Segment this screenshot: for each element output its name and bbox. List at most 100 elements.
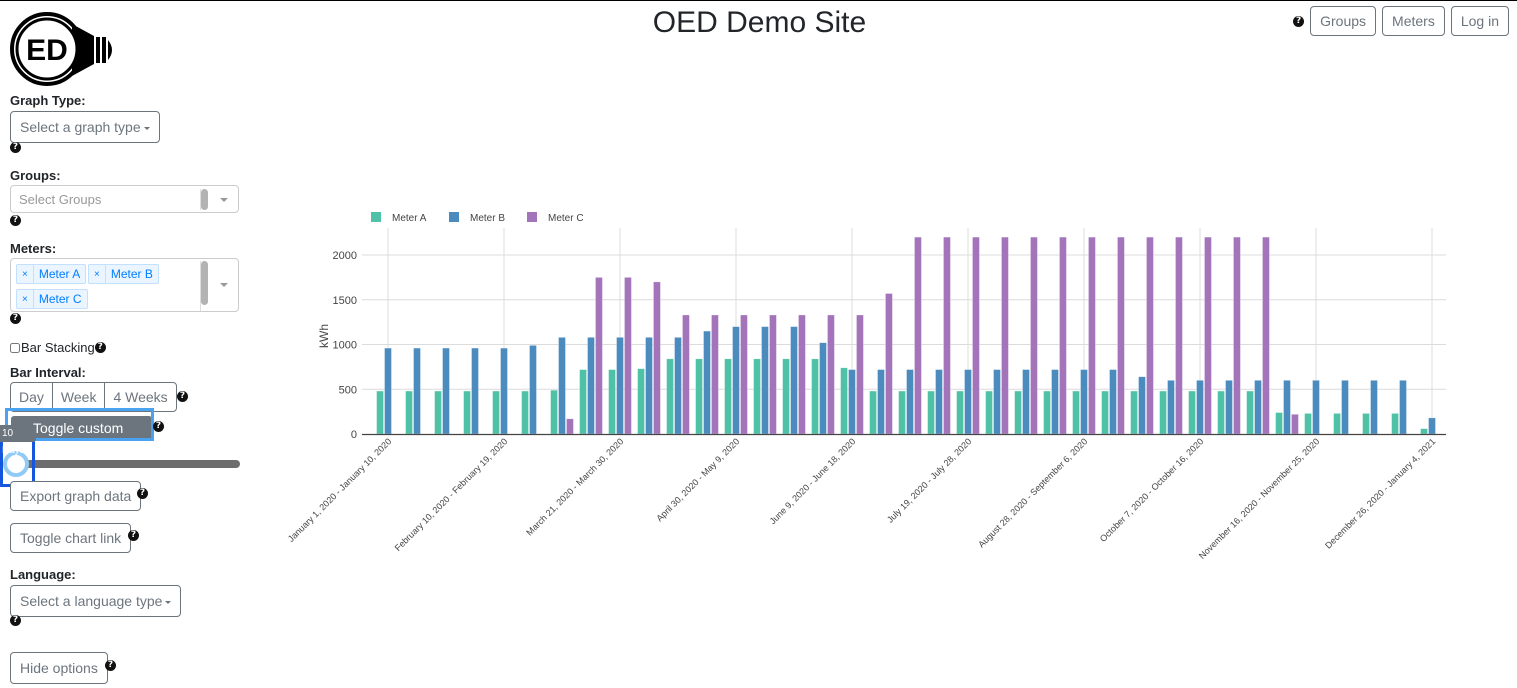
bar-meter-a [405,390,413,435]
bar-meter-a [956,390,964,435]
bar-meter-a [1391,413,1399,435]
bar-meter-a [898,390,906,435]
legend-label: Meter A [392,213,427,224]
legend-swatch [527,212,537,222]
legend-label: Meter B [470,213,505,224]
bar-meter-b [1370,379,1378,435]
y-tick-label: 0 [351,429,357,441]
x-tick-label: June 9, 2020 - June 18, 2020 [768,436,858,526]
chart-axes: 0 500 1000 1500 2000 kWh January 1, 2020 - Jan… [286,250,1446,561]
bar-meter-a [985,390,993,435]
y-axis-label: kWh [317,324,331,348]
x-tick-label: August 28, 2020 - September 6, 2020 [976,436,1089,549]
bar-meter-b [1138,376,1146,435]
bar-meter-b [616,337,624,435]
y-tick-label: 1500 [333,295,357,307]
bar-meter-b [1022,369,1030,435]
bar-meter-c [566,418,574,435]
bar-meter-c [653,281,661,435]
legend-swatch [449,212,459,222]
legend-swatch [371,212,381,222]
bar-meter-a [724,358,732,435]
bar-meter-a [840,367,848,435]
bar-meter-c [1059,236,1067,435]
bar-meter-b [1283,379,1291,435]
bar-meter-a [1188,390,1196,435]
bar-meter-a [1159,390,1167,435]
bar-meter-a [1246,390,1254,435]
bar-meter-a [376,390,384,435]
bar-meter-c [1146,236,1154,435]
bar-meter-c [827,314,835,435]
bar-meter-c [1175,236,1183,435]
bar-meter-b [1341,379,1349,435]
bar-meter-b [1109,369,1117,435]
bar-meter-a [608,369,616,435]
bar-meter-c [1117,236,1125,435]
bar-meter-c [682,314,690,435]
bar-meter-c [885,293,893,435]
bar-meter-a [550,389,558,435]
bar-meter-c [1030,236,1038,435]
bar-meter-b [413,347,421,435]
bar-meter-b [1196,379,1204,435]
bar-meter-b [964,369,972,435]
bar-meter-b [1428,417,1436,435]
bar-meter-a [579,369,587,435]
bar-meter-c [798,314,806,435]
x-tick-label: July 19, 2020 - July 28, 2020 [885,436,973,524]
bar-meter-b [1254,379,1262,435]
bar-meter-c [914,236,922,435]
bar-meter-c [972,236,980,435]
x-tick-label: April 30, 2020 - May 9, 2020 [654,436,741,523]
bar-meter-a [695,358,703,435]
bar-meter-c [624,277,632,435]
bar-meter-b [877,369,885,435]
bar-meter-a [434,390,442,435]
bar-meter-b [993,369,1001,435]
x-tick-label: January 1, 2020 - January 10, 2020 [286,436,394,544]
bar-meter-a [637,368,645,435]
bar-meter-b [674,337,682,435]
bar-meter-a [521,390,529,435]
bar-meter-c [1262,236,1270,435]
bar-meter-c [1204,236,1212,435]
bar-meter-b [442,347,450,435]
y-tick-label: 500 [339,384,357,396]
bar-meter-b [790,326,798,435]
bar-meter-a [1072,390,1080,435]
bar-meter-a [1304,413,1312,435]
x-tick-label: March 21, 2020 - March 30, 2020 [524,436,625,537]
bar-meter-b [935,369,943,435]
bar-meter-a [1014,390,1022,435]
bar-meter-c [1001,236,1009,435]
bar-meter-b [500,347,508,435]
bar-meter-c [740,314,748,435]
bar-meter-a [869,390,877,435]
x-tick-label: October 7, 2020 - October 16, 2020 [1098,436,1206,544]
bar-meter-b [587,337,595,435]
y-tick-label: 2000 [333,250,357,262]
bar-meter-b [761,326,769,435]
bar-meter-b [471,347,479,435]
bar-meter-c [1088,236,1096,435]
bar-meter-b [1399,379,1407,435]
bar-meter-b [906,369,914,435]
bar-meter-b [1225,379,1233,435]
bar-meter-b [703,330,711,435]
bar-meter-a [463,390,471,435]
bar-meter-b [1167,379,1175,435]
bar-meter-c [595,277,603,435]
bar-meter-a [1333,413,1341,435]
x-tick-label: December 26, 2020 - January 4, 2021 [1323,436,1437,550]
bar-meter-b [732,326,740,435]
bar-meter-c [856,314,864,435]
bar-chart: 0 500 1000 1500 2000 kWh January 1, 2020 - Jan… [286,212,1446,561]
bar-meter-a [1101,390,1109,435]
bar-meter-c [1233,236,1241,435]
bar-meter-a [1275,412,1283,435]
bar-meter-a [782,358,790,435]
bar-meter-c [711,314,719,435]
bar-meter-a [1362,413,1370,435]
chart-legend: Meter A Meter B Meter C [371,212,584,224]
